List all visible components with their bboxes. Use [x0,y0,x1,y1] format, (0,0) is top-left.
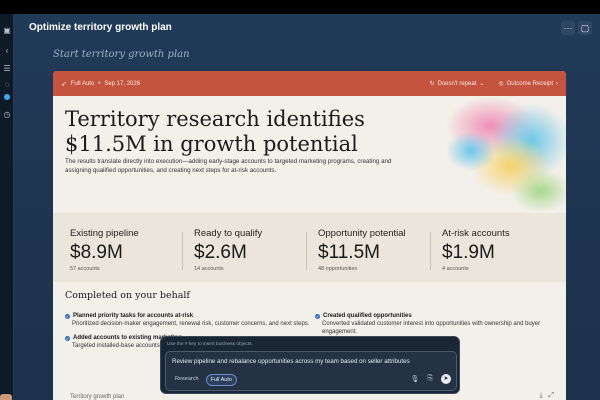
task-desc: Prioritized decision-maker engagement, r… [72,321,310,327]
stat-label: At-risk accounts [442,228,510,239]
more-icon[interactable]: ⋯ [561,21,575,35]
repeat-label: Doesn't repeat [437,80,477,87]
task-title: Created qualified opportunities [323,313,412,319]
headline: Territory research identifies $11.5M in … [65,107,365,156]
check-icon: ✓ [315,313,320,319]
stat-label: Opportunity potential [318,228,406,239]
repeat-selector[interactable]: ↻ Doesn't repeat ⌄ [429,80,485,88]
decorative-artwork [446,96,566,211]
stat-value: $2.6M [194,242,247,263]
sidebar-icon[interactable]: ▣ [2,26,12,36]
separator-dot: • [98,80,101,87]
top-black-bar [0,0,600,14]
stat-value: $1.9M [442,242,495,263]
collapse-icon[interactable]: ‹ [2,46,12,56]
task-desc: Converted validated customer interest in… [322,321,541,335]
full-auto-chip[interactable]: Full Auto [205,374,237,386]
rocket-icon: ➶ [61,80,67,88]
prompt-panel: Use the # key to insert business objects… [160,336,460,394]
plan-label: Start territory growth plan [53,49,190,60]
research-chip[interactable]: Research [171,374,203,386]
task-item: ✓ Planned priority tasks for accounts at-… [65,312,309,328]
stats-row: Existing pipeline $8.9M 57 accounts Read… [53,213,566,282]
summary-text: The results translate directly into exec… [65,158,392,174]
stat-sub: 48 opportunities [318,266,358,272]
chat-icon[interactable]: ◌ [2,80,12,90]
stat-label: Ready to qualify [194,228,263,239]
avatar[interactable] [0,394,12,400]
left-rail: ▣ ‹ ☰ ◌ ◷ [0,14,14,400]
receipt-label: Outcome Receipt [506,80,553,87]
stat-opportunity-potential: Opportunity potential $11.5M 48 opportun… [306,228,442,282]
check-icon: ✓ [65,313,70,319]
repeat-icon: ↻ [429,81,435,87]
history-icon[interactable]: ◷ [2,110,12,120]
stat-existing-pipeline: Existing pipeline $8.9M 57 accounts [70,228,194,282]
mode-chips: Research Full Auto [171,374,237,386]
section-label: Territory growth plan [70,394,125,400]
prompt-hint: Use the # key to insert business objects… [167,342,253,347]
chevron-down-icon: ⌄ [479,81,485,87]
stat-value: $8.9M [70,242,123,263]
stat-label: Existing pipeline [70,228,139,239]
outcome-receipt-button[interactable]: ◎ Outcome Receipt › [498,80,558,88]
prompt-actions: 🎙︎ ⎘ ➤ [411,374,451,384]
notification-dot [4,94,10,100]
stat-ready-to-qualify: Ready to qualify $2.6M 14 accounts [182,228,318,282]
prompt-text[interactable]: Review pipeline and rebalance opportunit… [172,358,410,365]
attach-icon[interactable]: ⎘ [427,375,433,383]
stat-sub: 4 accounts [442,266,469,272]
chevron-right-icon: › [556,80,558,87]
completed-title: Completed on your behalf [65,290,190,301]
download-icon[interactable]: ⤓ ⤢ [539,392,554,400]
prompt-input[interactable]: Review pipeline and rebalance opportunit… [165,351,457,391]
card-header: ➶ Full Auto • Sep 17, 2026 ↻ Doesn't rep… [53,71,566,96]
receipt-icon: ◎ [498,81,504,87]
check-icon: ✓ [65,335,70,341]
stat-value: $11.5M [318,242,380,263]
task-item: ✓ Created qualified opportunities Convert… [315,312,566,336]
stat-at-risk-accounts: At-risk accounts $1.9M 4 accounts [430,228,566,282]
task-title: Planned priority tasks for accounts at-r… [73,313,194,319]
folder-icon[interactable]: ▢ [578,21,592,35]
mic-icon[interactable]: 🎙︎ [411,375,420,383]
mode-label: Full Auto [70,80,95,87]
date-label: Sep 17, 2026 [104,80,141,87]
send-icon[interactable]: ➤ [441,374,451,384]
stat-sub: 14 accounts [194,266,224,272]
window-title: Optimize territory growth plan [29,22,172,33]
stat-sub: 57 accounts [70,266,100,272]
list-icon[interactable]: ☰ [2,64,12,74]
